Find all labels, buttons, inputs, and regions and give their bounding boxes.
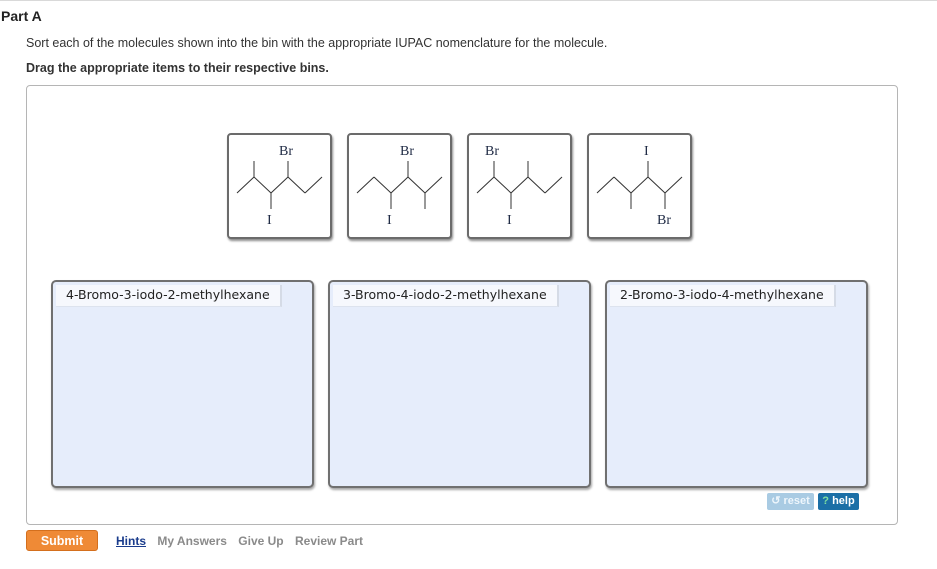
undo-icon: ↺ (771, 495, 781, 507)
iodine-label: I (267, 213, 272, 228)
help-label: help (832, 495, 855, 507)
reset-button[interactable]: ↺ reset (767, 493, 814, 510)
molecule-tile-2[interactable]: Br I (347, 133, 452, 239)
molecule-structure-3: Br I (476, 144, 563, 228)
hints-link[interactable]: Hints (116, 534, 146, 548)
molecule-structure-4: I Br (596, 144, 683, 228)
iodine-label: I (507, 213, 512, 228)
my-answers-link[interactable]: My Answers (157, 534, 227, 548)
give-up-link[interactable]: Give Up (238, 534, 283, 548)
question-icon: ? (822, 495, 830, 507)
instructions-text: Sort each of the molecules shown into th… (26, 36, 608, 50)
bin-4-bromo-3-iodo-2-methylhexane[interactable]: 4-Bromo-3-iodo-2-methylhexane (51, 280, 314, 488)
molecule-tile-1[interactable]: Br I (227, 133, 332, 239)
molecule-tile-3[interactable]: Br I (467, 133, 572, 239)
bin-label: 4-Bromo-3-iodo-2-methylhexane (56, 285, 282, 307)
bromine-label: Br (657, 213, 671, 228)
molecule-structure-2: Br I (356, 144, 443, 228)
bromine-label: Br (279, 144, 293, 159)
iodine-label: I (387, 213, 392, 228)
help-button[interactable]: ? help (818, 493, 859, 510)
bromine-label: Br (485, 144, 499, 159)
top-divider (0, 0, 937, 1)
part-title: Part A (1, 8, 42, 24)
review-part-link[interactable]: Review Part (295, 534, 363, 548)
reset-label: reset (783, 495, 810, 507)
bromine-label: Br (400, 144, 414, 159)
submit-button[interactable]: Submit (26, 530, 98, 551)
molecule-tile-4[interactable]: I Br (587, 133, 692, 239)
drag-directive: Drag the appropriate items to their resp… (26, 61, 329, 75)
bin-2-bromo-3-iodo-4-methylhexane[interactable]: 2-Bromo-3-iodo-4-methylhexane (605, 280, 868, 488)
part-actions: Hints My Answers Give Up Review Part (116, 534, 371, 548)
bin-label: 2-Bromo-3-iodo-4-methylhexane (610, 285, 836, 307)
bin-label: 3-Bromo-4-iodo-2-methylhexane (333, 285, 559, 307)
bin-3-bromo-4-iodo-2-methylhexane[interactable]: 3-Bromo-4-iodo-2-methylhexane (328, 280, 591, 488)
iodine-label: I (644, 144, 649, 159)
molecule-structure-1: Br I (236, 144, 323, 228)
